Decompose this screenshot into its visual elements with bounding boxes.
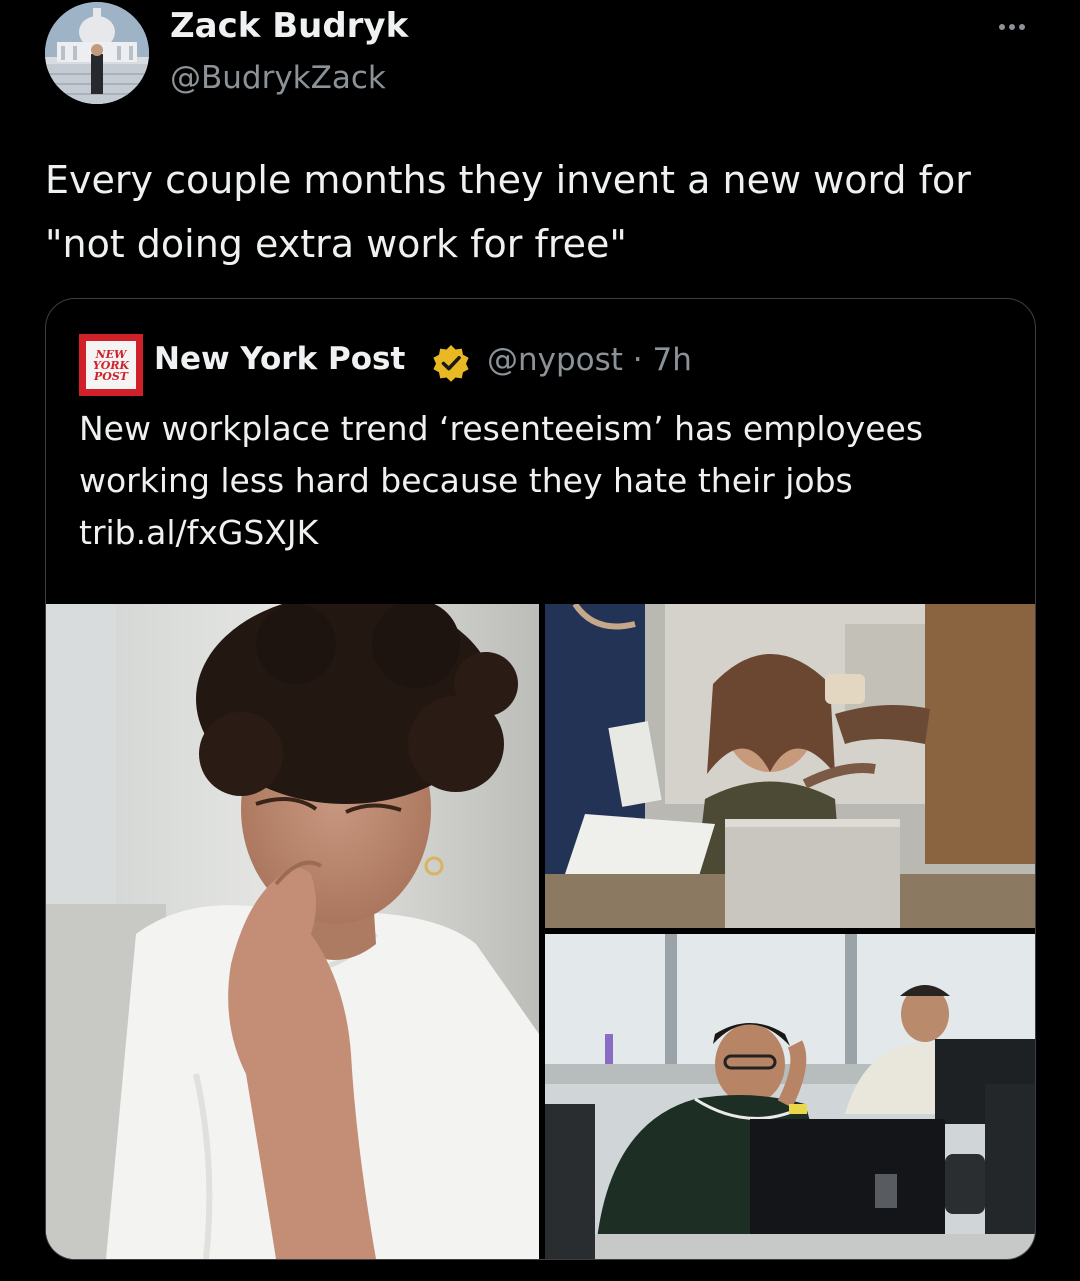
verified-badge-icon — [433, 345, 469, 382]
nypost-logo[interactable]: NEW YORK POST — [79, 334, 143, 396]
tweet-text-line: Every couple months they invent a new wo… — [45, 158, 971, 202]
photo-stressed-woman[interactable] — [46, 604, 539, 1259]
quoted-text-line: working less hard because they hate thei… — [79, 461, 853, 500]
quoted-display-name[interactable]: New York Post — [154, 341, 405, 377]
quoted-text-line: New workplace trend ‘resenteeism’ has em… — [79, 409, 924, 448]
photo-stressed-men-at-desks[interactable] — [545, 934, 1035, 1259]
quoted-link[interactable]: trib.al/fxGSXJK — [79, 507, 1019, 559]
media-grid — [46, 604, 1035, 1259]
quoted-handle-time[interactable]: @nypost · 7h — [487, 342, 692, 378]
overwhelmed-worker-image — [545, 604, 1035, 928]
author-handle[interactable]: @BudrykZack — [170, 60, 386, 96]
more-dot-icon — [999, 24, 1005, 30]
avatar-capitol-photo — [45, 2, 149, 104]
quoted-post-card[interactable]: NEW YORK POST New York Post @nypost · 7h… — [45, 298, 1036, 1260]
more-options-button[interactable] — [990, 12, 1034, 42]
logo-line: NEW — [95, 347, 127, 361]
more-dot-icon — [1009, 24, 1015, 30]
logo-line: POST — [94, 369, 128, 383]
avatar[interactable] — [45, 2, 149, 104]
quoted-text: New workplace trend ‘resenteeism’ has em… — [79, 403, 1019, 559]
photo-overwhelmed-office-worker[interactable] — [545, 604, 1035, 928]
tweet-text-line: "not doing extra work for free" — [45, 222, 627, 266]
author-display-name[interactable]: Zack Budryk — [170, 6, 408, 46]
tweet-text: Every couple months they invent a new wo… — [45, 148, 1045, 276]
stressed-woman-image — [46, 604, 539, 1259]
nypost-logo-inner: NEW YORK POST — [86, 341, 136, 389]
more-dot-icon — [1019, 24, 1025, 30]
logo-line: YORK — [92, 358, 130, 372]
stressed-men-image — [545, 934, 1035, 1259]
